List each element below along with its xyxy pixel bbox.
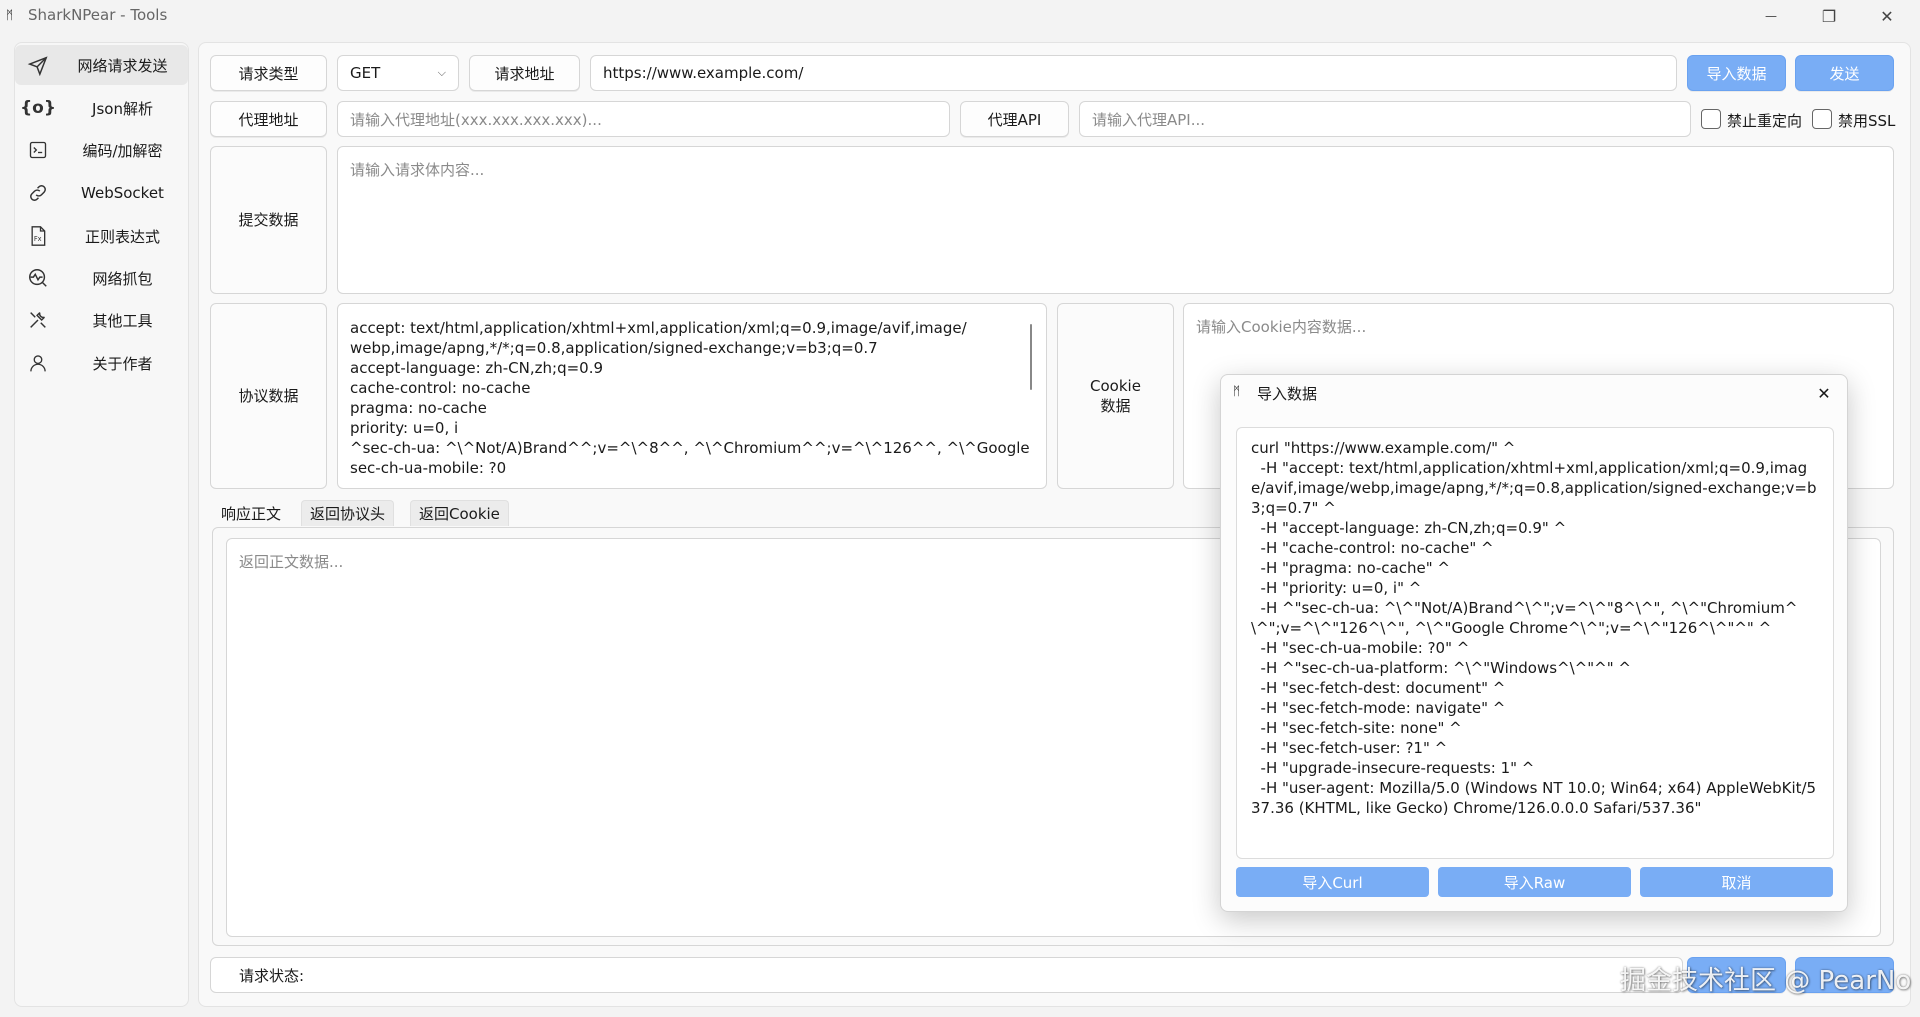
sidebar-item-label: Json解析 — [92, 99, 153, 118]
disable-ssl-label: 禁用SSL — [1838, 112, 1896, 130]
status-label: 请求状态: — [239, 966, 305, 985]
send-icon — [23, 50, 53, 80]
sidebar-item-label: 编码/加解密 — [82, 141, 163, 160]
sidebar-item-label: 网络请求发送 — [77, 56, 168, 75]
cookie-label-line1: Cookie — [1090, 377, 1141, 395]
no-redirect-checkbox[interactable] — [1701, 109, 1721, 129]
sidebar-item-regex[interactable]: Fx 正则表达式 — [15, 216, 188, 256]
json-braces-icon: {o} — [20, 98, 56, 118]
close-icon: ✕ — [1817, 383, 1831, 403]
request-type-label: 请求类型 — [210, 55, 327, 91]
dialog-logo-icon: ᛗ — [1233, 384, 1241, 398]
sidebar: 网络请求发送 {o} Json解析 编码/加解密 WebSocket Fx 正则… — [14, 42, 189, 1007]
network-capture-icon — [23, 263, 53, 293]
headers-textarea[interactable]: accept: text/html,application/xhtml+xml,… — [337, 303, 1047, 489]
sidebar-item-label: 关于作者 — [92, 354, 153, 373]
svg-text:Fx: Fx — [34, 235, 42, 243]
disable-ssl-checkbox[interactable] — [1812, 109, 1832, 129]
sidebar-item-json[interactable]: {o} Json解析 — [15, 88, 188, 128]
close-window-button[interactable]: ✕ — [1864, 2, 1910, 30]
header-line: priority: u=0, i — [350, 419, 459, 437]
header-line: sec-ch-ua-mobile: ?0 — [350, 459, 507, 477]
import-curl-button[interactable]: 导入Curl — [1236, 867, 1429, 897]
tools-icon — [23, 305, 53, 335]
window-title: SharkNPear - Tools — [28, 6, 168, 24]
curl-import-textarea[interactable]: curl "https://www.example.com/" ^ -H "ac… — [1236, 427, 1834, 859]
restore-icon: ❐ — [1821, 6, 1837, 26]
url-input[interactable]: https://www.example.com/ — [590, 55, 1677, 91]
no-redirect-label: 禁止重定向 — [1727, 112, 1803, 130]
header-line: ^sec-ch-ua: ^\^Not/A)Brand^^;v=^\^8^^, ^… — [350, 439, 1030, 457]
cookie-label: Cookie 数据 — [1057, 303, 1174, 489]
dialog-title: 导入数据 — [1257, 385, 1318, 403]
tab-response-body[interactable]: 响应正文 — [212, 500, 291, 526]
method-value: GET — [350, 64, 381, 82]
app-logo-icon: ᛗ — [6, 8, 14, 22]
title-bar: ᛗ SharkNPear - Tools — ❐ ✕ — [0, 0, 1920, 34]
header-line: webp,image/apng,*/*;q=0.8,application/si… — [350, 339, 878, 357]
headers-scrollbar[interactable] — [1030, 324, 1032, 390]
cancel-button[interactable]: 取消 — [1640, 867, 1833, 897]
sidebar-item-capture[interactable]: 网络抓包 — [15, 258, 188, 298]
minimize-button[interactable]: — — [1748, 2, 1794, 30]
sidebar-item-websocket[interactable]: WebSocket — [15, 173, 188, 213]
sidebar-item-tools[interactable]: 其他工具 — [15, 300, 188, 340]
import-dialog: ᛗ 导入数据 ✕ curl "https://www.example.com/"… — [1220, 374, 1848, 912]
sidebar-item-label: 正则表达式 — [84, 227, 160, 246]
sidebar-item-label: 其他工具 — [92, 311, 153, 330]
tab-response-cookie[interactable]: 返回Cookie — [410, 500, 509, 526]
header-line: accept: text/html,application/xhtml+xml,… — [350, 319, 967, 337]
cookie-label-line2: 数据 — [1100, 397, 1131, 415]
tab-response-headers[interactable]: 返回协议头 — [301, 500, 395, 526]
maximize-button[interactable]: ❐ — [1806, 2, 1852, 30]
minimize-icon: — — [1765, 9, 1777, 23]
proxy-address-input[interactable]: 请输入代理地址(xxx.xxx.xxx.xxx)... — [337, 101, 950, 137]
watermark: 掘金技术社区 @ PearNo — [1620, 966, 1912, 996]
link-icon — [23, 178, 53, 208]
regex-file-icon: Fx — [23, 221, 53, 251]
proxy-api-label: 代理API — [960, 101, 1069, 137]
header-line: cache-control: no-cache — [350, 379, 531, 397]
dialog-close-button[interactable]: ✕ — [1809, 379, 1839, 407]
proxy-address-label: 代理地址 — [210, 101, 327, 137]
request-url-label: 请求地址 — [469, 55, 580, 91]
method-select[interactable]: GET ⌵ — [337, 55, 459, 91]
sidebar-item-label: WebSocket — [81, 184, 164, 202]
import-data-button[interactable]: 导入数据 — [1687, 55, 1786, 91]
terminal-icon — [23, 135, 53, 165]
send-button[interactable]: 发送 — [1795, 55, 1894, 91]
proxy-api-input[interactable]: 请输入代理API... — [1079, 101, 1691, 137]
close-icon: ✕ — [1880, 6, 1894, 26]
body-label: 提交数据 — [210, 146, 327, 294]
sidebar-item-label: 网络抓包 — [92, 269, 153, 288]
sidebar-item-request[interactable]: 网络请求发送 — [15, 45, 188, 85]
status-bar: 请求状态: — [210, 957, 1683, 993]
import-raw-button[interactable]: 导入Raw — [1438, 867, 1631, 897]
headers-label: 协议数据 — [210, 303, 327, 489]
sidebar-item-about[interactable]: 关于作者 — [15, 343, 188, 383]
header-line: pragma: no-cache — [350, 399, 487, 417]
person-icon — [23, 348, 53, 378]
chevron-down-icon: ⌵ — [437, 66, 446, 79]
sidebar-item-encode[interactable]: 编码/加解密 — [15, 130, 188, 170]
header-line: accept-language: zh-CN,zh;q=0.9 — [350, 359, 604, 377]
request-body-textarea[interactable]: 请输入请求体内容... — [337, 146, 1894, 294]
